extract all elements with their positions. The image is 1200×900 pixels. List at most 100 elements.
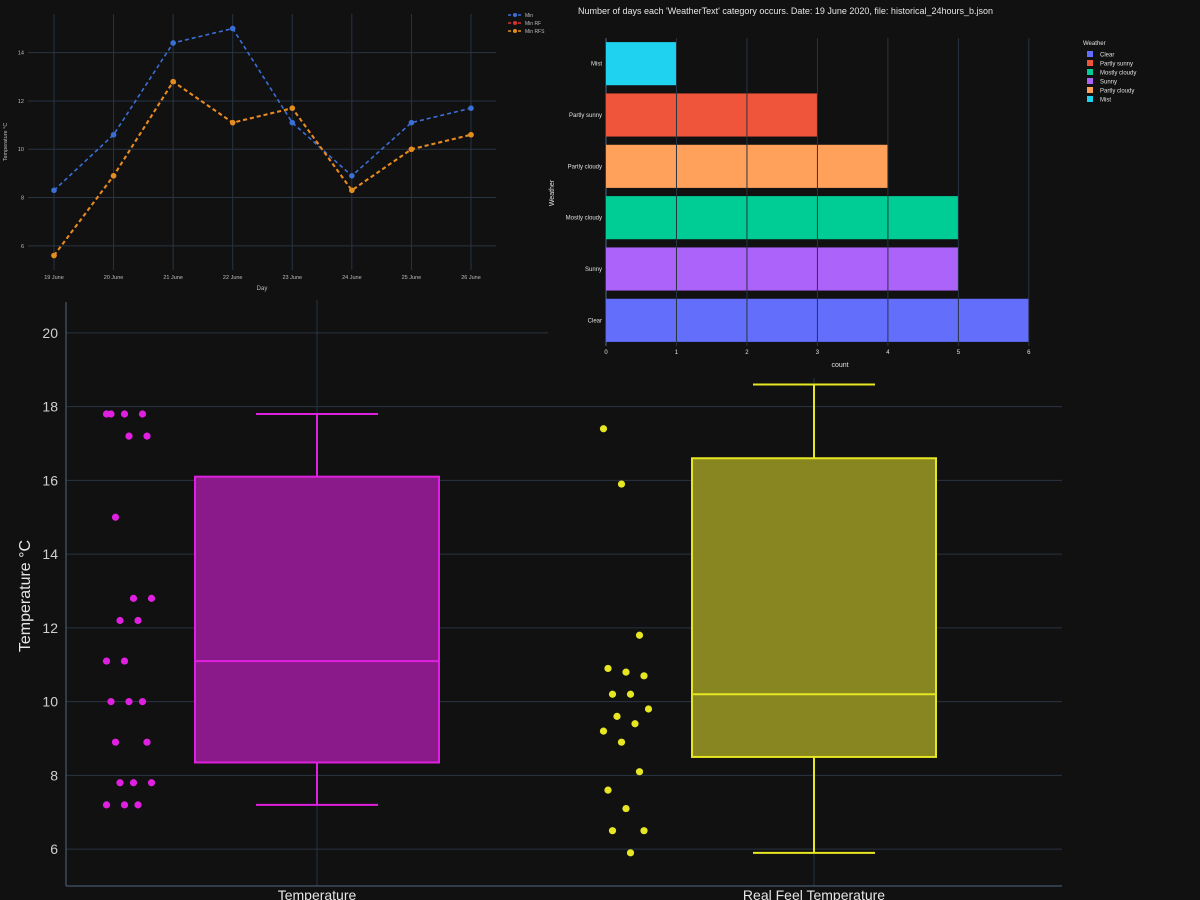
bar-rect	[606, 196, 959, 240]
line-ytick-label: 6	[21, 244, 24, 250]
line-ytick-label: 12	[18, 99, 24, 105]
box-category-label: Temperature	[278, 887, 357, 900]
box-data-point	[134, 801, 142, 809]
box-data-point	[622, 668, 630, 676]
bar-legend-swatch	[1087, 78, 1093, 84]
box-data-point	[635, 768, 644, 776]
bar-xtick-label: 2	[745, 350, 749, 356]
box-data-point	[143, 738, 151, 746]
box-data-point	[599, 425, 608, 433]
bar-legend-label: Sunny	[1100, 80, 1117, 86]
bar-legend-label: Partly cloudy	[1100, 89, 1134, 95]
box-data-point	[107, 698, 115, 706]
line-xtick-label: 26 June	[461, 275, 481, 281]
bar-legend-title: Weather	[1083, 41, 1106, 47]
box-data-point	[644, 705, 653, 713]
line-data-point	[408, 146, 415, 153]
line-data-point	[468, 105, 474, 111]
line-legend-label: Min RFS	[525, 29, 545, 35]
box-data-point	[116, 616, 124, 625]
line-xtick-label: 25 June	[402, 275, 422, 281]
bar-xtick-label: 0	[604, 350, 608, 356]
bar-category-label: Sunny	[585, 267, 602, 273]
box-data-point	[599, 727, 608, 735]
box-data-point	[631, 720, 639, 728]
box-data-point	[120, 657, 129, 665]
bar-legend-swatch	[1087, 60, 1093, 66]
box-data-point	[102, 801, 111, 809]
box-data-point	[147, 594, 156, 602]
box-ytick-label: 16	[42, 472, 58, 488]
line-xtick-label: 19 June	[44, 275, 64, 281]
line-xtick-label: 20 June	[104, 275, 124, 281]
line-series-path	[53, 80, 472, 257]
line-data-point	[170, 40, 176, 46]
bar-category-label: Clear	[588, 318, 602, 324]
box-data-point	[138, 410, 147, 418]
bar-legend-swatch	[1087, 87, 1093, 93]
box-data-point	[613, 712, 621, 720]
bar-xtick-label: 3	[816, 350, 820, 356]
box-data-point	[107, 410, 115, 418]
box-data-point	[608, 827, 617, 835]
bar-xtick-label: 6	[1027, 350, 1031, 356]
bar-legend-label: Mist	[1100, 98, 1111, 104]
bar-category-label: Partly cloudy	[568, 164, 602, 170]
box-data-point	[111, 738, 120, 746]
line-legend-swatch-dot	[513, 13, 517, 17]
box-data-point	[134, 616, 142, 625]
bar-legend-swatch	[1087, 96, 1093, 102]
box-ytick-label: 14	[42, 546, 58, 562]
box-data-point	[129, 594, 138, 602]
bar-legend-label: Mostly cloudy	[1100, 71, 1136, 77]
line-legend-label: Min	[525, 13, 533, 19]
box-data-point	[120, 801, 129, 809]
line-ytick-label: 14	[18, 51, 24, 57]
box-iqr-rect	[194, 475, 440, 764]
line-chart-svg: 6 8 10 12 14 19 June 20 June 21 June 22 June 23 J…	[3, 13, 545, 292]
box-ytick-label: 20	[42, 325, 58, 341]
line-ytick-label: 8	[21, 196, 24, 202]
box-data-point	[617, 480, 626, 488]
bar-legend-swatch	[1087, 51, 1093, 57]
box-data-point	[111, 513, 120, 521]
box-data-point	[125, 432, 133, 440]
line-data-point	[349, 187, 355, 194]
line-data-point	[289, 105, 296, 111]
line-data-point	[229, 119, 236, 126]
line-legend-label: Min RF	[525, 21, 541, 27]
box-data-point	[640, 827, 648, 835]
box-data-point	[640, 672, 648, 680]
line-data-point	[51, 187, 57, 194]
box-data-point	[635, 631, 644, 639]
box-plot-svg: 68101214161820Temperature °CTemperature R…	[17, 296, 1062, 900]
box-data-point	[604, 786, 612, 794]
box-data-point	[622, 804, 630, 813]
bar-rect	[606, 247, 959, 291]
bar-legend-label: Partly sunny	[1100, 62, 1133, 68]
bar-chart-panel: Number of days each 'WeatherText' catego…	[548, 0, 1148, 378]
line-y-axis-title: Temperature °C	[3, 123, 9, 162]
bar-xtick-label: 4	[886, 350, 890, 356]
box-ytick-label: 12	[42, 620, 58, 636]
box-iqr-rect	[691, 457, 937, 758]
bar-category-label: Partly sunny	[569, 113, 602, 119]
box-data-point	[120, 410, 129, 418]
line-legend-swatch-dot	[513, 29, 517, 33]
box-data-point	[626, 690, 635, 698]
box-data-point	[604, 664, 612, 673]
box-data-point	[129, 779, 138, 787]
box-data-point	[138, 698, 147, 706]
bar-x-axis-title: count	[831, 362, 848, 369]
box-ytick-label: 18	[42, 399, 58, 415]
box-ytick-label: 6	[50, 841, 58, 857]
box-ytick-label: 8	[50, 767, 58, 783]
bar-chart-svg: Mist Partly sunny Partly cloudy Mostly clou…	[549, 38, 1136, 369]
box-data-point	[626, 849, 635, 857]
bar-chart-title: Number of days each 'WeatherText' catego…	[578, 6, 993, 16]
line-xtick-label: 24 June	[342, 275, 362, 281]
line-data-point	[51, 252, 57, 259]
line-xtick-label: 23 June	[282, 275, 302, 281]
box-data-point	[125, 698, 133, 706]
box-ytick-label: 10	[42, 694, 58, 710]
